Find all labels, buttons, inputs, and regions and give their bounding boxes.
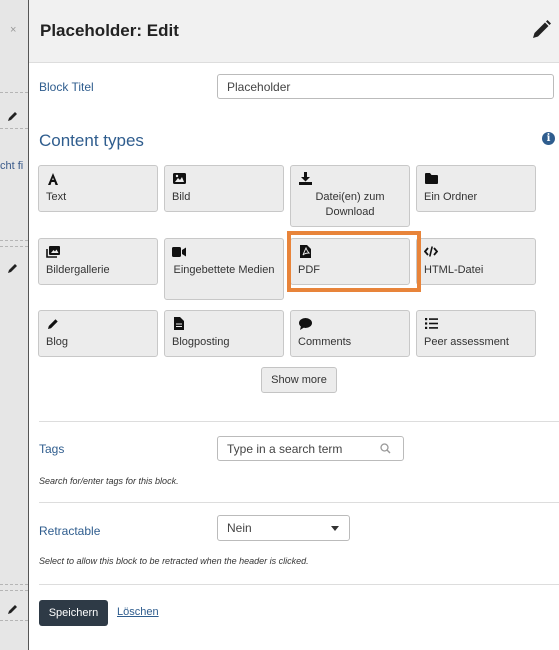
- divider: [0, 240, 28, 241]
- tile-label: Bild: [172, 191, 191, 203]
- tile-label: Comments: [298, 336, 352, 348]
- content-types-heading: Content types: [39, 131, 144, 150]
- comment-icon: [298, 317, 312, 330]
- divider: [0, 584, 28, 585]
- folder-icon: [424, 172, 438, 185]
- divider: [0, 620, 28, 621]
- retractable-select[interactable]: Nein: [217, 515, 350, 541]
- tile-download[interactable]: Datei(en) zum Download: [290, 165, 410, 227]
- block-title-input[interactable]: Placeholder: [217, 74, 554, 99]
- tile-label: Peer assessment: [424, 336, 509, 348]
- pdf-highlight-frame: [287, 231, 421, 292]
- divider: [0, 246, 28, 247]
- video-icon: [172, 245, 186, 258]
- pencil-icon[interactable]: [7, 603, 19, 615]
- chevron-down-icon: [331, 526, 339, 531]
- block-title-value: Placeholder: [227, 79, 291, 94]
- tile-text[interactable]: Text: [38, 165, 158, 212]
- divider: [39, 584, 559, 585]
- tile-folder[interactable]: Ein Ordner: [416, 165, 536, 212]
- tile-label: Bildergallerie: [46, 264, 110, 276]
- save-button[interactable]: Speichern: [39, 600, 108, 626]
- tile-peer-assessment[interactable]: Peer assessment: [416, 310, 536, 357]
- divider: [0, 92, 28, 93]
- pencil-icon[interactable]: [530, 19, 552, 41]
- divider: [39, 421, 559, 422]
- background-text: cht fi: [0, 160, 24, 172]
- tile-embedded-media[interactable]: Eingebettete Medien: [164, 238, 284, 300]
- block-title-label: Block Titel: [39, 80, 94, 94]
- tile-label: Datei(en) zum Download: [315, 191, 385, 218]
- pencil-icon[interactable]: [7, 262, 19, 274]
- tile-image[interactable]: Bild: [164, 165, 284, 212]
- retractable-label: Retractable: [39, 524, 101, 538]
- divider: [0, 590, 28, 591]
- pencil-icon: [46, 317, 60, 330]
- text-icon: [46, 172, 60, 185]
- download-icon: [298, 172, 312, 185]
- info-icon[interactable]: i: [542, 132, 555, 145]
- tile-label: Eingebettete Medien: [173, 264, 275, 276]
- tile-html-file[interactable]: HTML-Datei: [416, 238, 536, 285]
- tile-comments[interactable]: Comments: [290, 310, 410, 357]
- tile-label: Blogposting: [172, 336, 230, 348]
- divider: [0, 128, 28, 129]
- code-icon: [424, 245, 438, 258]
- dialog-header: Placeholder: Edit: [29, 0, 559, 63]
- tags-label: Tags: [39, 442, 65, 456]
- show-more-button[interactable]: Show more: [261, 367, 337, 393]
- file-icon: [172, 317, 186, 330]
- list-icon: [424, 317, 438, 330]
- background-page: × cht fi: [0, 0, 28, 650]
- retractable-help-text: Select to allow this block to be retract…: [39, 556, 309, 566]
- retractable-selected-value: Nein: [227, 521, 252, 535]
- tags-search-input[interactable]: Type in a search term: [217, 436, 404, 461]
- close-icon[interactable]: ×: [10, 24, 16, 36]
- tile-label: HTML-Datei: [424, 264, 484, 276]
- tags-placeholder: Type in a search term: [227, 441, 343, 456]
- tile-blogposting[interactable]: Blogposting: [164, 310, 284, 357]
- tile-blog[interactable]: Blog: [38, 310, 158, 357]
- edit-dialog: Placeholder: Edit Block Titel Placeholde…: [28, 0, 559, 650]
- search-icon: [380, 443, 391, 454]
- dialog-title: Placeholder: Edit: [40, 21, 179, 40]
- tags-help-text: Search for/enter tags for this block.: [39, 476, 179, 486]
- tile-label: Blog: [46, 336, 69, 348]
- tile-gallery[interactable]: Bildergallerie: [38, 238, 158, 285]
- divider: [39, 502, 559, 503]
- tile-label: Ein Ordner: [424, 191, 478, 203]
- tile-label: Text: [46, 191, 67, 203]
- image-icon: [172, 172, 186, 185]
- delete-link[interactable]: Löschen: [117, 606, 159, 618]
- gallery-icon: [46, 245, 60, 258]
- pencil-icon[interactable]: [7, 110, 19, 122]
